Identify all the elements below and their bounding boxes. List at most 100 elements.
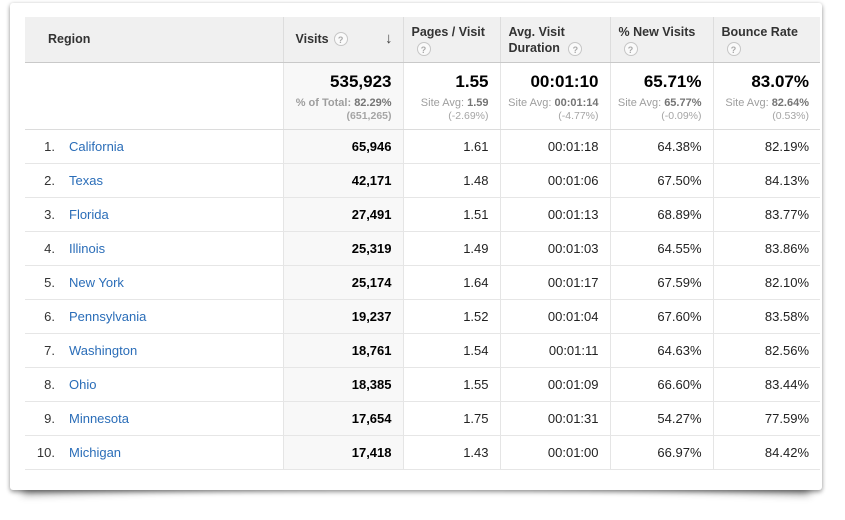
visits-cell: 25,319 [283, 231, 403, 265]
help-icon[interactable]: ? [417, 42, 431, 56]
region-cell: 4. Illinois [25, 231, 283, 265]
column-header-avg-visit-duration[interactable]: Avg. Visit Duration ? [500, 17, 610, 62]
column-header-region[interactable]: Region [25, 17, 283, 62]
column-header-visits[interactable]: Visits? ↓ [283, 17, 403, 62]
summary-region-cell [25, 62, 283, 129]
table-row: 7. Washington 18,761 1.54 00:01:11 64.63… [25, 333, 820, 367]
bounce-rate-cell: 83.58% [713, 299, 820, 333]
region-cell: 7. Washington [25, 333, 283, 367]
region-link[interactable]: Washington [69, 343, 137, 358]
avg-visit-duration-cell: 00:01:03 [500, 231, 610, 265]
bounce-rate-cell: 82.19% [713, 129, 820, 163]
region-link[interactable]: Pennsylvania [69, 309, 146, 324]
region-link[interactable]: Illinois [69, 241, 105, 256]
row-rank: 1. [26, 139, 55, 154]
region-link[interactable]: Michigan [69, 445, 121, 460]
table-row: 2. Texas 42,171 1.48 00:01:06 67.50% 84.… [25, 163, 820, 197]
column-label: Region [48, 32, 90, 46]
summary-paren: (-0.09%) [613, 110, 702, 123]
region-cell: 10. Michigan [25, 435, 283, 469]
region-link[interactable]: New York [69, 275, 124, 290]
visits-cell: 17,654 [283, 401, 403, 435]
region-link[interactable]: California [69, 139, 124, 154]
sort-descending-icon: ↓ [385, 31, 393, 47]
summary-body: 535,923 % of Total: 82.29% (651,265) 1.5… [25, 62, 820, 129]
visits-cell: 17,418 [283, 435, 403, 469]
visits-cell: 18,385 [283, 367, 403, 401]
visits-cell: 25,174 [283, 265, 403, 299]
pct-new-visits-cell: 64.63% [610, 333, 713, 367]
help-icon[interactable]: ? [568, 42, 582, 56]
row-rank: 8. [26, 377, 55, 392]
visits-cell: 27,491 [283, 197, 403, 231]
row-rank: 5. [26, 275, 55, 290]
regions-table-wrap: Region Visits? ↓ Pages / Visit ? [25, 17, 820, 470]
region-link[interactable]: Minnesota [69, 411, 129, 426]
table-row: 3. Florida 27,491 1.51 00:01:13 68.89% 8… [25, 197, 820, 231]
help-icon[interactable]: ? [624, 42, 638, 56]
summary-sub-value: 1.59 [467, 97, 488, 109]
summary-pages-cell: 1.55 Site Avg: 1.59 (-2.69%) [403, 62, 500, 129]
row-rank: 10. [26, 445, 55, 460]
summary-value: 00:01:10 [503, 72, 599, 92]
table-row: 10. Michigan 17,418 1.43 00:01:00 66.97%… [25, 435, 820, 469]
column-label: Visits [296, 31, 329, 47]
bounce-rate-cell: 83.77% [713, 197, 820, 231]
help-icon[interactable]: ? [334, 32, 348, 46]
pct-new-visits-cell: 64.38% [610, 129, 713, 163]
region-link[interactable]: Florida [69, 207, 109, 222]
pages-per-visit-cell: 1.64 [403, 265, 500, 299]
pages-per-visit-cell: 1.54 [403, 333, 500, 367]
column-header-pct-new-visits[interactable]: % New Visits ? [610, 17, 713, 62]
row-rank: 3. [26, 207, 55, 222]
summary-visits-cell: 535,923 % of Total: 82.29% (651,265) [283, 62, 403, 129]
pct-new-visits-cell: 67.50% [610, 163, 713, 197]
summary-row: 535,923 % of Total: 82.29% (651,265) 1.5… [25, 62, 820, 129]
pct-new-visits-cell: 68.89% [610, 197, 713, 231]
region-cell: 5. New York [25, 265, 283, 299]
region-link[interactable]: Texas [69, 173, 103, 188]
summary-value: 535,923 [286, 72, 392, 92]
summary-sub-label: Site Avg: [618, 97, 664, 109]
bounce-rate-cell: 84.42% [713, 435, 820, 469]
pages-per-visit-cell: 1.48 [403, 163, 500, 197]
report-card: Region Visits? ↓ Pages / Visit ? [10, 3, 822, 490]
summary-duration-cell: 00:01:10 Site Avg: 00:01:14 (-4.77%) [500, 62, 610, 129]
summary-new-visits-cell: 65.71% Site Avg: 65.77% (-0.09%) [610, 62, 713, 129]
avg-visit-duration-cell: 00:01:31 [500, 401, 610, 435]
table-row: 5. New York 25,174 1.64 00:01:17 67.59% … [25, 265, 820, 299]
summary-paren: (0.53%) [716, 110, 810, 123]
column-label: Avg. Visit Duration [509, 25, 565, 55]
table-row: 1. California 65,946 1.61 00:01:18 64.38… [25, 129, 820, 163]
pages-per-visit-cell: 1.43 [403, 435, 500, 469]
pct-new-visits-cell: 54.27% [610, 401, 713, 435]
table-row: 6. Pennsylvania 19,237 1.52 00:01:04 67.… [25, 299, 820, 333]
summary-paren: (-4.77%) [503, 110, 599, 123]
avg-visit-duration-cell: 00:01:17 [500, 265, 610, 299]
visits-cell: 42,171 [283, 163, 403, 197]
column-header-pages-per-visit[interactable]: Pages / Visit ? [403, 17, 500, 62]
row-rank: 9. [26, 411, 55, 426]
row-rank: 6. [26, 309, 55, 324]
regions-table: Region Visits? ↓ Pages / Visit ? [25, 17, 820, 470]
region-cell: 8. Ohio [25, 367, 283, 401]
region-cell: 9. Minnesota [25, 401, 283, 435]
pct-new-visits-cell: 67.60% [610, 299, 713, 333]
region-cell: 3. Florida [25, 197, 283, 231]
summary-value: 65.71% [613, 72, 702, 92]
summary-sub-label: Site Avg: [508, 97, 554, 109]
summary-paren: (-2.69%) [406, 110, 489, 123]
bounce-rate-cell: 77.59% [713, 401, 820, 435]
region-link[interactable]: Ohio [69, 377, 96, 392]
summary-sub-label: Site Avg: [725, 97, 771, 109]
summary-sub-value: 82.29% [354, 97, 391, 109]
row-rank: 4. [26, 241, 55, 256]
visits-cell: 18,761 [283, 333, 403, 367]
avg-visit-duration-cell: 00:01:06 [500, 163, 610, 197]
column-label: Bounce Rate [722, 25, 798, 39]
avg-visit-duration-cell: 00:01:13 [500, 197, 610, 231]
help-icon[interactable]: ? [727, 42, 741, 56]
row-rank: 7. [26, 343, 55, 358]
column-header-bounce-rate[interactable]: Bounce Rate ? [713, 17, 820, 62]
region-cell: 2. Texas [25, 163, 283, 197]
